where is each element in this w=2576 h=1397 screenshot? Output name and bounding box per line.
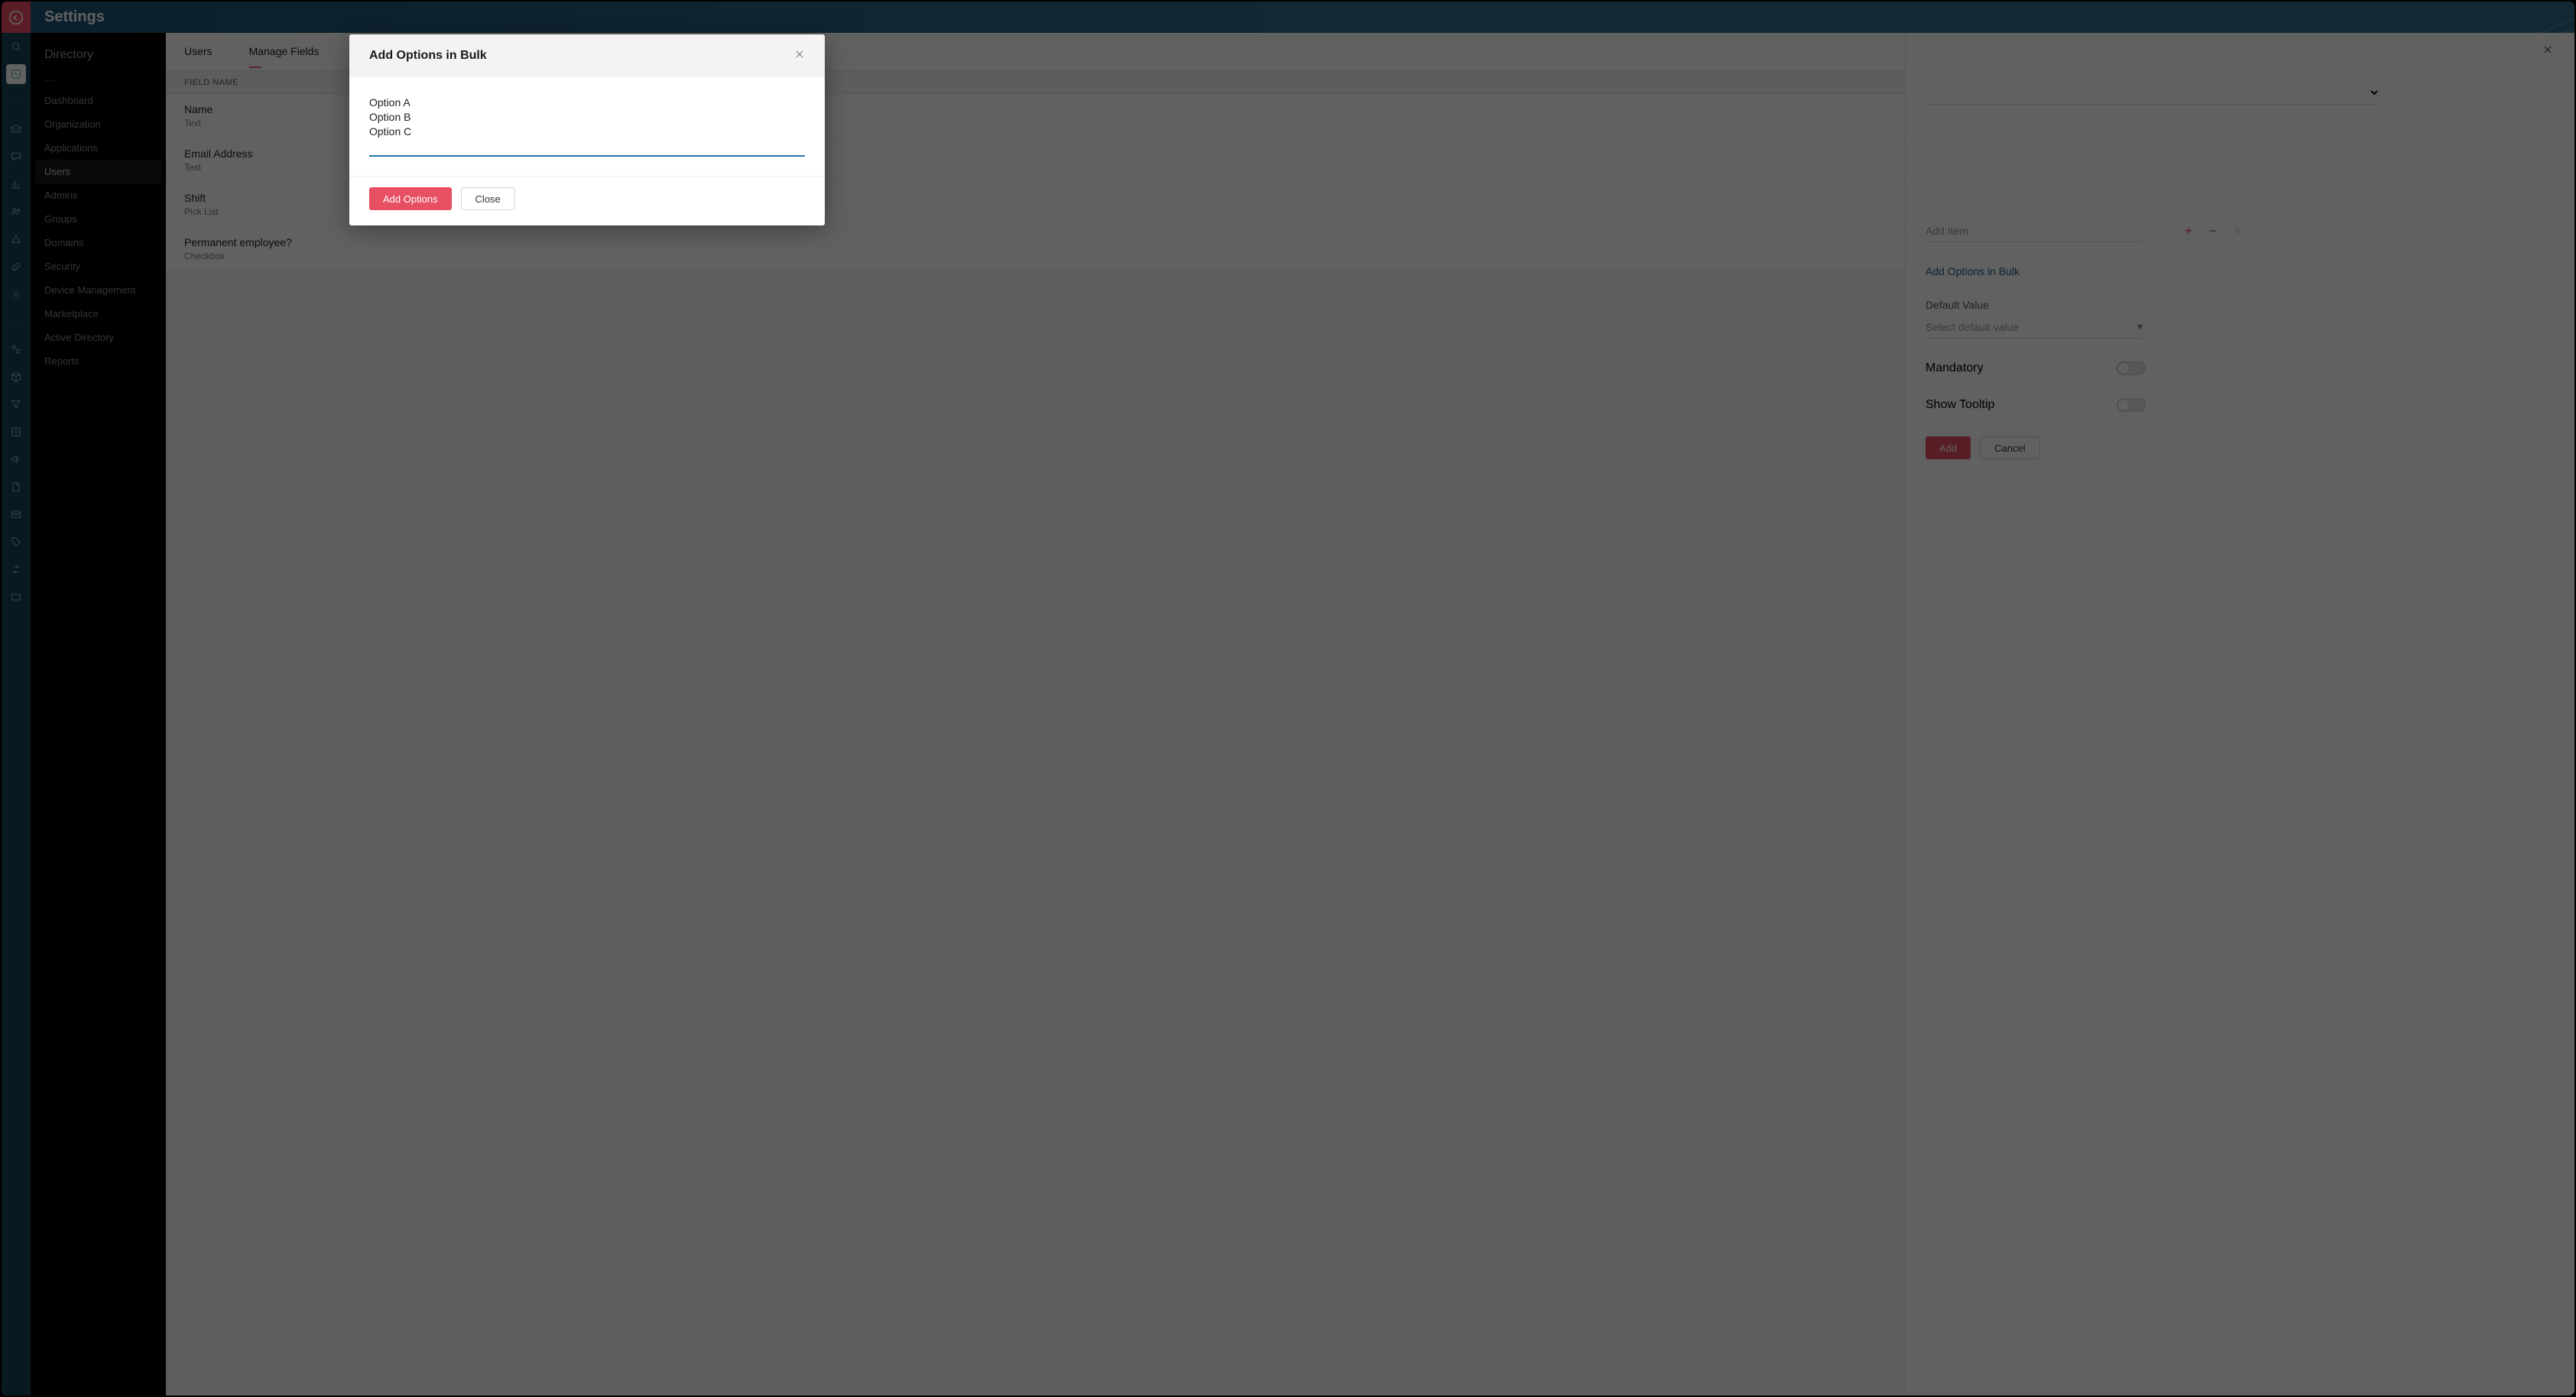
bulk-options-modal: Add Options in Bulk Add Options Close bbox=[349, 34, 825, 225]
close-button[interactable]: Close bbox=[461, 187, 515, 210]
close-icon[interactable] bbox=[794, 49, 805, 63]
modal-title: Add Options in Bulk bbox=[369, 49, 487, 63]
bulk-options-textarea[interactable] bbox=[369, 96, 805, 157]
add-options-button[interactable]: Add Options bbox=[369, 187, 452, 210]
